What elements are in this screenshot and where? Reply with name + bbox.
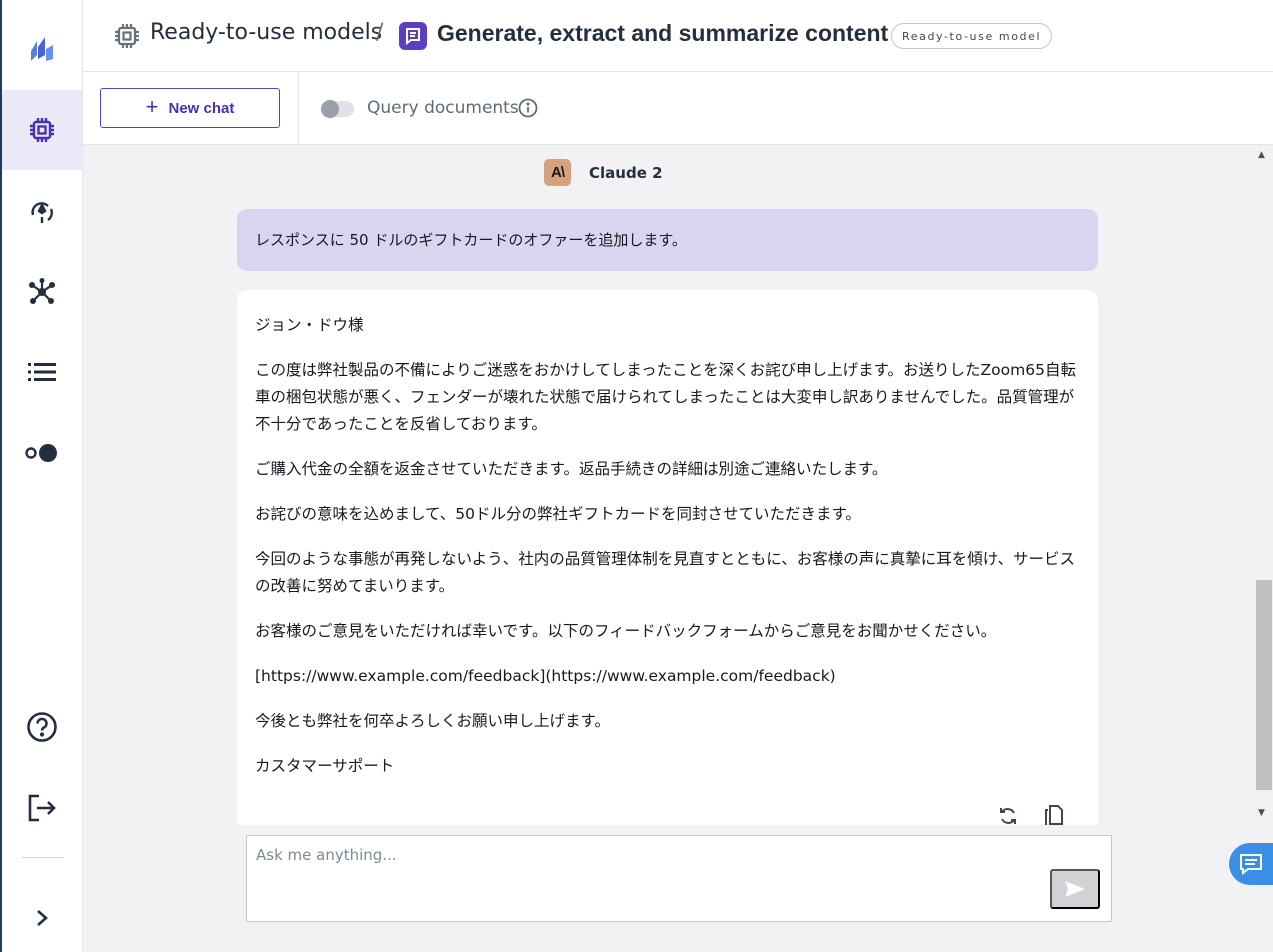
nav-signout[interactable]: [2, 768, 82, 848]
nav-expand[interactable]: [2, 878, 82, 952]
send-icon: [1065, 881, 1085, 897]
message-paragraph: 今回のような事態が再発しないよう、社内の品質管理体制を見直すとともに、お客様の声…: [255, 550, 1075, 595]
model-type-badge: Ready-to-use model: [891, 23, 1053, 49]
signout-icon: [28, 794, 56, 822]
scroll-up-arrow[interactable]: ▲: [1258, 150, 1265, 160]
help-icon: [27, 712, 57, 742]
message-paragraph: お詫びの意味を込めまして、50ドル分の弊社ギフトカードを同封させていただきます。: [255, 505, 861, 523]
scroll-down-arrow[interactable]: ▼: [1258, 808, 1265, 818]
user-message: レスポンスに 50 ドルのギフトカードのオファーを追加します。: [237, 209, 1098, 271]
deploy-icon: [31, 202, 53, 223]
nav-network[interactable]: [2, 252, 82, 332]
scroll-thumb[interactable]: [1256, 580, 1272, 790]
chat-bubble-icon: [1240, 854, 1262, 875]
message-paragraph: カスタマーサポート: [255, 757, 395, 775]
left-nav-rail: [0, 0, 83, 952]
new-chat-label: New chat: [168, 99, 235, 117]
toggle-view-icon: [25, 444, 57, 462]
new-chat-button[interactable]: + New chat: [100, 88, 280, 128]
regenerate-icon[interactable]: [998, 805, 1018, 825]
message-paragraph: [https://www.example.com/feedback](https…: [255, 667, 836, 685]
toggle-knob: [321, 100, 339, 118]
message-paragraph: ご購入代金の全額を返金させていただきます。返品手続きの詳細は別途ご連絡いたします…: [255, 460, 888, 478]
nav-help[interactable]: [2, 687, 82, 767]
plus-icon: +: [145, 94, 159, 119]
chat-thread: A\ Claude 2 レスポンスに 50 ドルのギフトカードのオファーを追加し…: [83, 145, 1255, 825]
assistant-message: ジョン・ドウ様 この度は弊社製品の不備によりご迷惑をおかけしてしまったことを深く…: [237, 290, 1098, 825]
model-name: Claude 2: [589, 163, 663, 182]
app-logo[interactable]: [2, 8, 82, 88]
message-paragraph: この度は弊社製品の不備によりご迷惑をおかけしてしまったことを深くお詫び申し上げま…: [255, 361, 1076, 433]
list-icon: [28, 363, 56, 381]
chip-icon: [30, 118, 54, 142]
breadcrumb-ready-to-use-models[interactable]: Ready-to-use models: [150, 20, 382, 45]
model-header: A\ Claude 2: [544, 159, 663, 186]
chat-toolbar: + New chat Query documents: [83, 72, 1273, 145]
query-documents-label: Query documents: [367, 98, 519, 118]
page-title: Generate, extract and summarize content: [437, 20, 889, 46]
page-header: Ready-to-use models / Generate, extract …: [83, 0, 1273, 72]
query-documents-toggle[interactable]: [321, 100, 354, 118]
nav-toggle-view[interactable]: [2, 413, 82, 493]
message-paragraph: ジョン・ドウ様: [255, 316, 364, 334]
message-paragraph: お客様のご意見をいただければ幸いです。以下のフィードバックフォームからご意見をお…: [255, 622, 997, 640]
nav-list[interactable]: [2, 332, 82, 412]
toolbar-divider: [298, 72, 299, 145]
feedback-chat-button[interactable]: [1229, 843, 1273, 885]
nav-deploy[interactable]: [2, 172, 82, 252]
network-icon: [29, 278, 55, 304]
message-actions: [998, 805, 1064, 825]
chip-icon: [115, 24, 139, 48]
info-icon[interactable]: [518, 98, 538, 118]
anthropic-logo-icon: A\: [544, 159, 571, 186]
prompt-input-container: [246, 835, 1112, 922]
breadcrumb-separator: /: [376, 20, 384, 45]
copy-icon[interactable]: [1044, 805, 1064, 825]
chevron-right-icon: [37, 910, 48, 926]
chat-model-icon: [399, 22, 427, 50]
logo-icon: [31, 37, 53, 61]
nav-models[interactable]: [2, 90, 82, 170]
prompt-input[interactable]: [256, 846, 1036, 906]
send-button[interactable]: [1050, 869, 1100, 909]
rail-divider: [22, 857, 63, 858]
message-paragraph: 今後とも弊社を何卒よろしくお願い申し上げます。: [255, 712, 610, 730]
